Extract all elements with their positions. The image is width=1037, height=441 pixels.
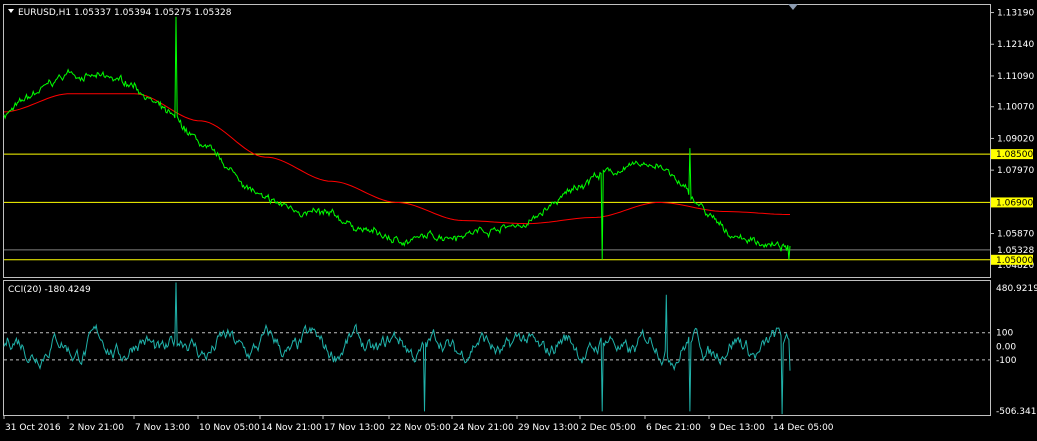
horizontal-lines[interactable]: 1.05328 1.08500 1.06900 1.05000 bbox=[4, 149, 1034, 266]
cci-title: CCI(20) -180.4249 bbox=[8, 285, 91, 295]
time-tick-label: 2 Nov 21:00 bbox=[69, 423, 124, 433]
cci-level-label: -100 bbox=[996, 356, 1017, 366]
time-axis: 31 Oct 2016 2 Nov 21:00 7 Nov 13:00 10 Nov … bbox=[3, 415, 834, 433]
current-price-label: 1.05328 bbox=[997, 246, 1034, 256]
price-tick-label: 1.07970 bbox=[997, 166, 1034, 176]
time-tick-label: 29 Nov 13:00 bbox=[518, 423, 579, 433]
time-tick-label: 6 Dec 21:00 bbox=[646, 423, 701, 433]
price-tick-label: 1.11090 bbox=[997, 72, 1034, 82]
cci-level-label: 100 bbox=[996, 329, 1013, 339]
chart-shift-marker-icon[interactable] bbox=[788, 4, 798, 10]
cci-level-label: 0.00 bbox=[996, 342, 1016, 352]
time-tick-label: 2 Dec 05:00 bbox=[581, 423, 636, 433]
cci-max-label: 480.9219 bbox=[996, 284, 1037, 294]
price-tick-label: 1.13190 bbox=[997, 9, 1034, 19]
time-tick-label: 9 Dec 13:00 bbox=[710, 423, 765, 433]
price-tick-label: 1.12140 bbox=[997, 40, 1034, 50]
hline-price-label: 1.06900 bbox=[996, 198, 1033, 208]
main-chart-frame bbox=[3, 4, 991, 278]
dropdown-triangle-icon[interactable] bbox=[8, 9, 14, 13]
time-tick-label: 31 Oct 2016 bbox=[5, 423, 61, 433]
time-tick-label: 17 Nov 13:00 bbox=[324, 423, 385, 433]
hline-price-label: 1.05000 bbox=[996, 256, 1033, 266]
hline-price-label: 1.08500 bbox=[996, 150, 1033, 160]
cci-min-label: -506.3417 bbox=[996, 407, 1037, 417]
moving-average-line bbox=[3, 93, 790, 225]
time-tick-label: 10 Nov 05:00 bbox=[199, 423, 260, 433]
chart-canvas[interactable]: EURUSD,H1 1.05337 1.05394 1.05275 1.0532… bbox=[0, 0, 1037, 441]
time-tick-label: 14 Dec 05:00 bbox=[773, 423, 834, 433]
time-tick-label: 14 Nov 21:00 bbox=[261, 423, 322, 433]
price-tick-label: 1.10070 bbox=[997, 103, 1034, 113]
symbol-info: EURUSD,H1 1.05337 1.05394 1.05275 1.0532… bbox=[18, 8, 232, 18]
price-line bbox=[3, 16, 791, 260]
time-tick-label: 22 Nov 05:00 bbox=[390, 423, 451, 433]
time-tick-label: 24 Nov 21:00 bbox=[453, 423, 514, 433]
price-tick-label: 1.05870 bbox=[997, 230, 1034, 240]
cci-line bbox=[3, 282, 791, 415]
price-tick-label: 1.09020 bbox=[997, 134, 1034, 144]
time-tick-label: 7 Nov 13:00 bbox=[135, 423, 190, 433]
price-axis: 1.13190 1.12140 1.11090 1.10070 1.09020 1.079… bbox=[990, 9, 1034, 271]
